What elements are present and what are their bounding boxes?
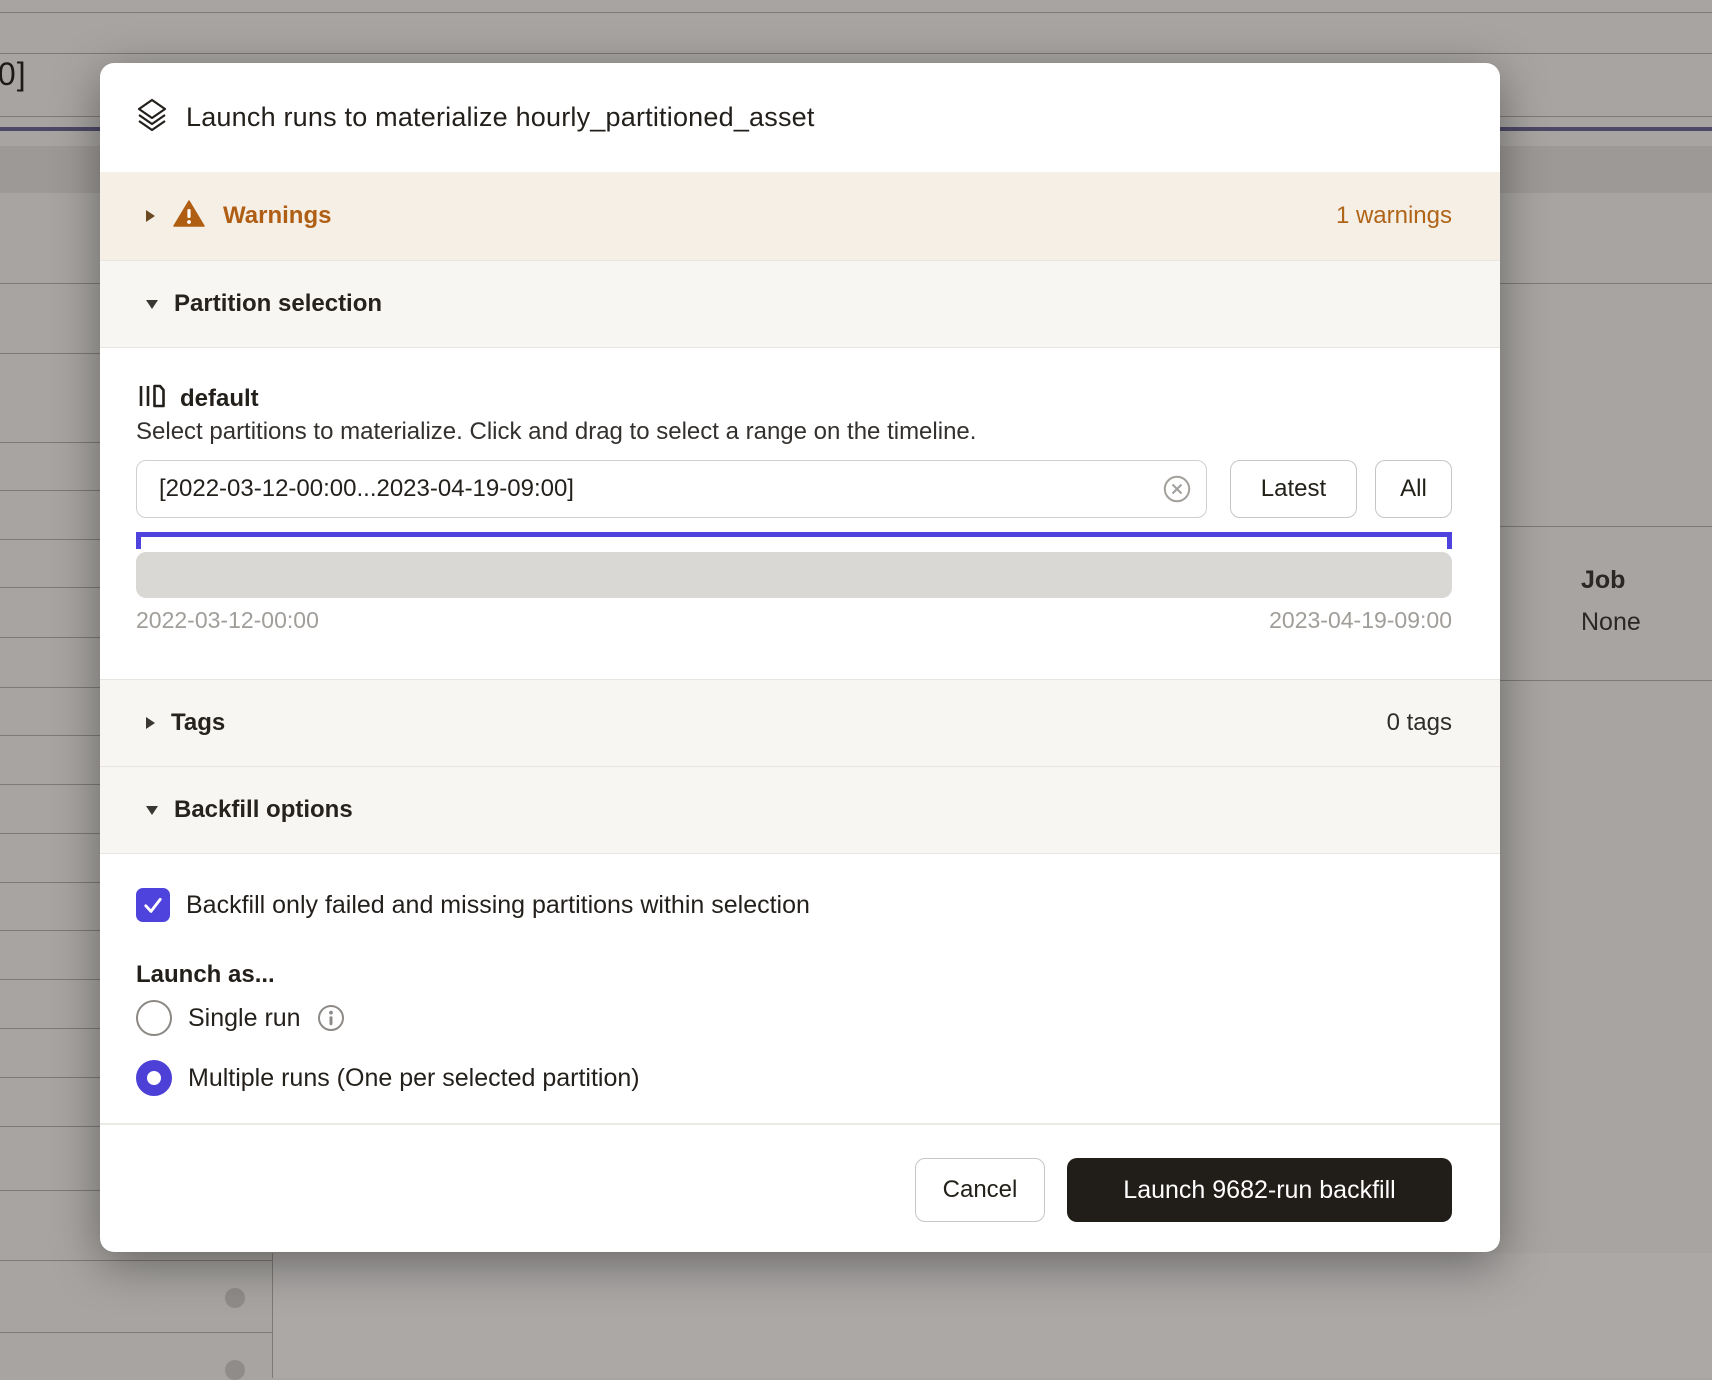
dialog-title-bar: Launch runs to materialize hourly_partit… xyxy=(100,63,1500,172)
bg-row-line xyxy=(1500,680,1712,681)
partition-selection-header-label: Partition selection xyxy=(174,290,382,318)
all-button[interactable]: All xyxy=(1375,460,1452,518)
bg-row-line xyxy=(0,979,100,980)
bg-row-line xyxy=(0,637,100,638)
bg-row-line xyxy=(0,1190,100,1191)
bg-row-line xyxy=(0,587,100,588)
bg-status-dot xyxy=(225,1288,245,1308)
bg-row-line xyxy=(0,1260,272,1261)
launch-backfill-dialog: Launch runs to materialize hourly_partit… xyxy=(100,63,1500,1252)
tags-header-label: Tags xyxy=(171,709,225,737)
warnings-count: 1 warnings xyxy=(1336,202,1452,230)
bg-row-line xyxy=(0,833,100,834)
single-run-radio[interactable] xyxy=(136,1000,172,1036)
bg-row-line xyxy=(0,1332,272,1333)
bg-row-line xyxy=(0,930,100,931)
warnings-label: Warnings xyxy=(223,202,331,230)
bg-row-line xyxy=(0,882,100,883)
materialize-layers-icon xyxy=(136,98,168,137)
partition-description: Select partitions to materialize. Click … xyxy=(136,418,976,446)
partition-selection-section-header[interactable]: Partition selection xyxy=(100,260,1500,348)
latest-button[interactable]: Latest xyxy=(1230,460,1357,518)
chevron-right-icon xyxy=(146,717,155,729)
bg-row-line xyxy=(0,490,100,491)
backfill-only-failed-label: Backfill only failed and missing partiti… xyxy=(186,891,810,920)
multiple-runs-label: Multiple runs (One per selected partitio… xyxy=(188,1064,640,1093)
dialog-title: Launch runs to materialize hourly_partit… xyxy=(186,102,815,133)
backfill-options-header-label: Backfill options xyxy=(174,796,353,824)
bg-job-column-value: None xyxy=(1581,608,1641,637)
tags-count: 0 tags xyxy=(1387,709,1452,737)
bg-partial-text: [0] xyxy=(0,56,27,93)
chevron-down-icon xyxy=(146,806,158,815)
backfill-only-failed-row: Backfill only failed and missing partiti… xyxy=(136,888,810,922)
bg-row-line xyxy=(0,1126,100,1127)
bg-row-line xyxy=(0,442,100,443)
partition-range-input[interactable] xyxy=(136,460,1207,518)
warnings-section-header[interactable]: Warnings 1 warnings xyxy=(100,172,1500,260)
multiple-runs-option-row: Multiple runs (One per selected partitio… xyxy=(136,1060,640,1096)
timeline-start-date: 2022-03-12-00:00 xyxy=(136,607,319,634)
multiple-runs-radio[interactable] xyxy=(136,1060,172,1096)
backfill-only-failed-checkbox[interactable] xyxy=(136,888,170,922)
bg-job-column-header: Job xyxy=(1581,566,1625,595)
timeline-date-labels: 2022-03-12-00:00 2023-04-19-09:00 xyxy=(136,607,1452,634)
chevron-down-icon xyxy=(146,300,158,309)
bg-row-line xyxy=(0,53,1712,54)
bg-status-dot xyxy=(225,1360,245,1380)
bg-row-line xyxy=(1500,526,1712,527)
launch-backfill-button[interactable]: Launch 9682-run backfill xyxy=(1067,1158,1452,1222)
bg-row-line xyxy=(0,784,100,785)
bg-row-line xyxy=(0,1077,100,1078)
info-icon[interactable] xyxy=(317,1004,345,1032)
timeline-partition-bar[interactable] xyxy=(136,552,1452,598)
cancel-button[interactable]: Cancel xyxy=(915,1158,1045,1222)
chevron-right-icon xyxy=(146,210,155,222)
launch-as-label: Launch as... xyxy=(136,961,275,989)
bg-row-line xyxy=(0,353,100,354)
single-run-option-row: Single run xyxy=(136,1000,345,1036)
partition-range-input-wrap xyxy=(136,460,1207,518)
bg-row-line xyxy=(0,687,100,688)
backfill-options-section-header[interactable]: Backfill options xyxy=(100,766,1500,854)
partition-dimension-name: default xyxy=(180,385,259,413)
footer-divider xyxy=(100,1123,1500,1125)
bg-row-line xyxy=(0,12,1712,13)
bg-row-line xyxy=(0,735,100,736)
tags-section-header[interactable]: Tags 0 tags xyxy=(100,679,1500,767)
warning-triangle-icon xyxy=(173,200,205,233)
timeline-selection-range[interactable] xyxy=(136,532,1452,537)
timeline-end-date: 2023-04-19-09:00 xyxy=(1269,607,1452,634)
bg-row-line xyxy=(0,539,100,540)
clear-input-icon[interactable] xyxy=(1163,475,1191,503)
partition-dimension-row: default xyxy=(136,381,259,416)
bg-row-line xyxy=(0,1028,100,1029)
bg-lower-panel xyxy=(273,1253,1712,1378)
bg-column-divider xyxy=(272,1253,273,1378)
partition-icon xyxy=(136,381,166,416)
single-run-label: Single run xyxy=(188,1004,301,1033)
